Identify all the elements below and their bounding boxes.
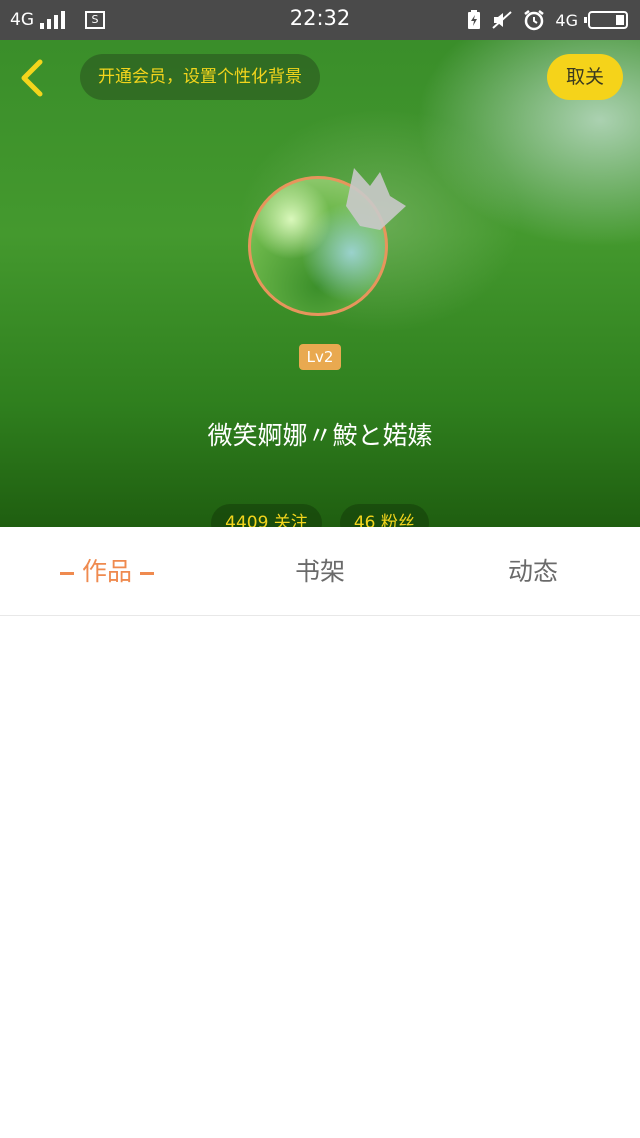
following-count[interactable]: 4409 关注 (211, 504, 322, 527)
level-badge: Lv2 (299, 344, 341, 370)
tab-content-area (0, 616, 640, 1138)
followers-count[interactable]: 46 粉丝 (339, 504, 429, 527)
back-button[interactable] (12, 56, 56, 100)
stats-row: 4409 关注 46 粉丝 (0, 504, 640, 527)
tab-works[interactable]: 作品 (40, 527, 174, 615)
tab-activity-label: 动态 (507, 557, 558, 586)
tab-indicator-left (59, 571, 74, 575)
charging-icon (468, 10, 481, 29)
alarm-icon (524, 10, 545, 31)
mute-icon (492, 11, 513, 29)
status-right: 4G (467, 8, 628, 32)
tab-works-label: 作品 (81, 557, 132, 586)
tab-indicator-right (140, 571, 154, 575)
profile-header: 开通会员，设置个性化背景 取关 Lv2 微笑婀娜〃鮟と婼嫊 4409 关注 46… (0, 40, 640, 527)
battery-icon (584, 11, 628, 29)
vip-banner[interactable]: 开通会员，设置个性化背景 (80, 54, 320, 100)
network-type-right: 4G (555, 10, 578, 30)
username: 微笑婀娜〃鮟と婼嫊 (207, 421, 433, 450)
chevron-left-icon (21, 59, 43, 97)
tab-bookshelf-label: 书架 (294, 557, 345, 586)
tab-activity[interactable]: 动态 (473, 527, 593, 615)
status-bar: 4G S 22:32 4G (0, 0, 640, 40)
avatar-decoration-icon (346, 168, 406, 230)
unfollow-button[interactable]: 取关 (547, 54, 623, 100)
profile-tabs: 作品 书架 动态 (0, 527, 640, 616)
tab-bookshelf[interactable]: 书架 (260, 527, 380, 615)
